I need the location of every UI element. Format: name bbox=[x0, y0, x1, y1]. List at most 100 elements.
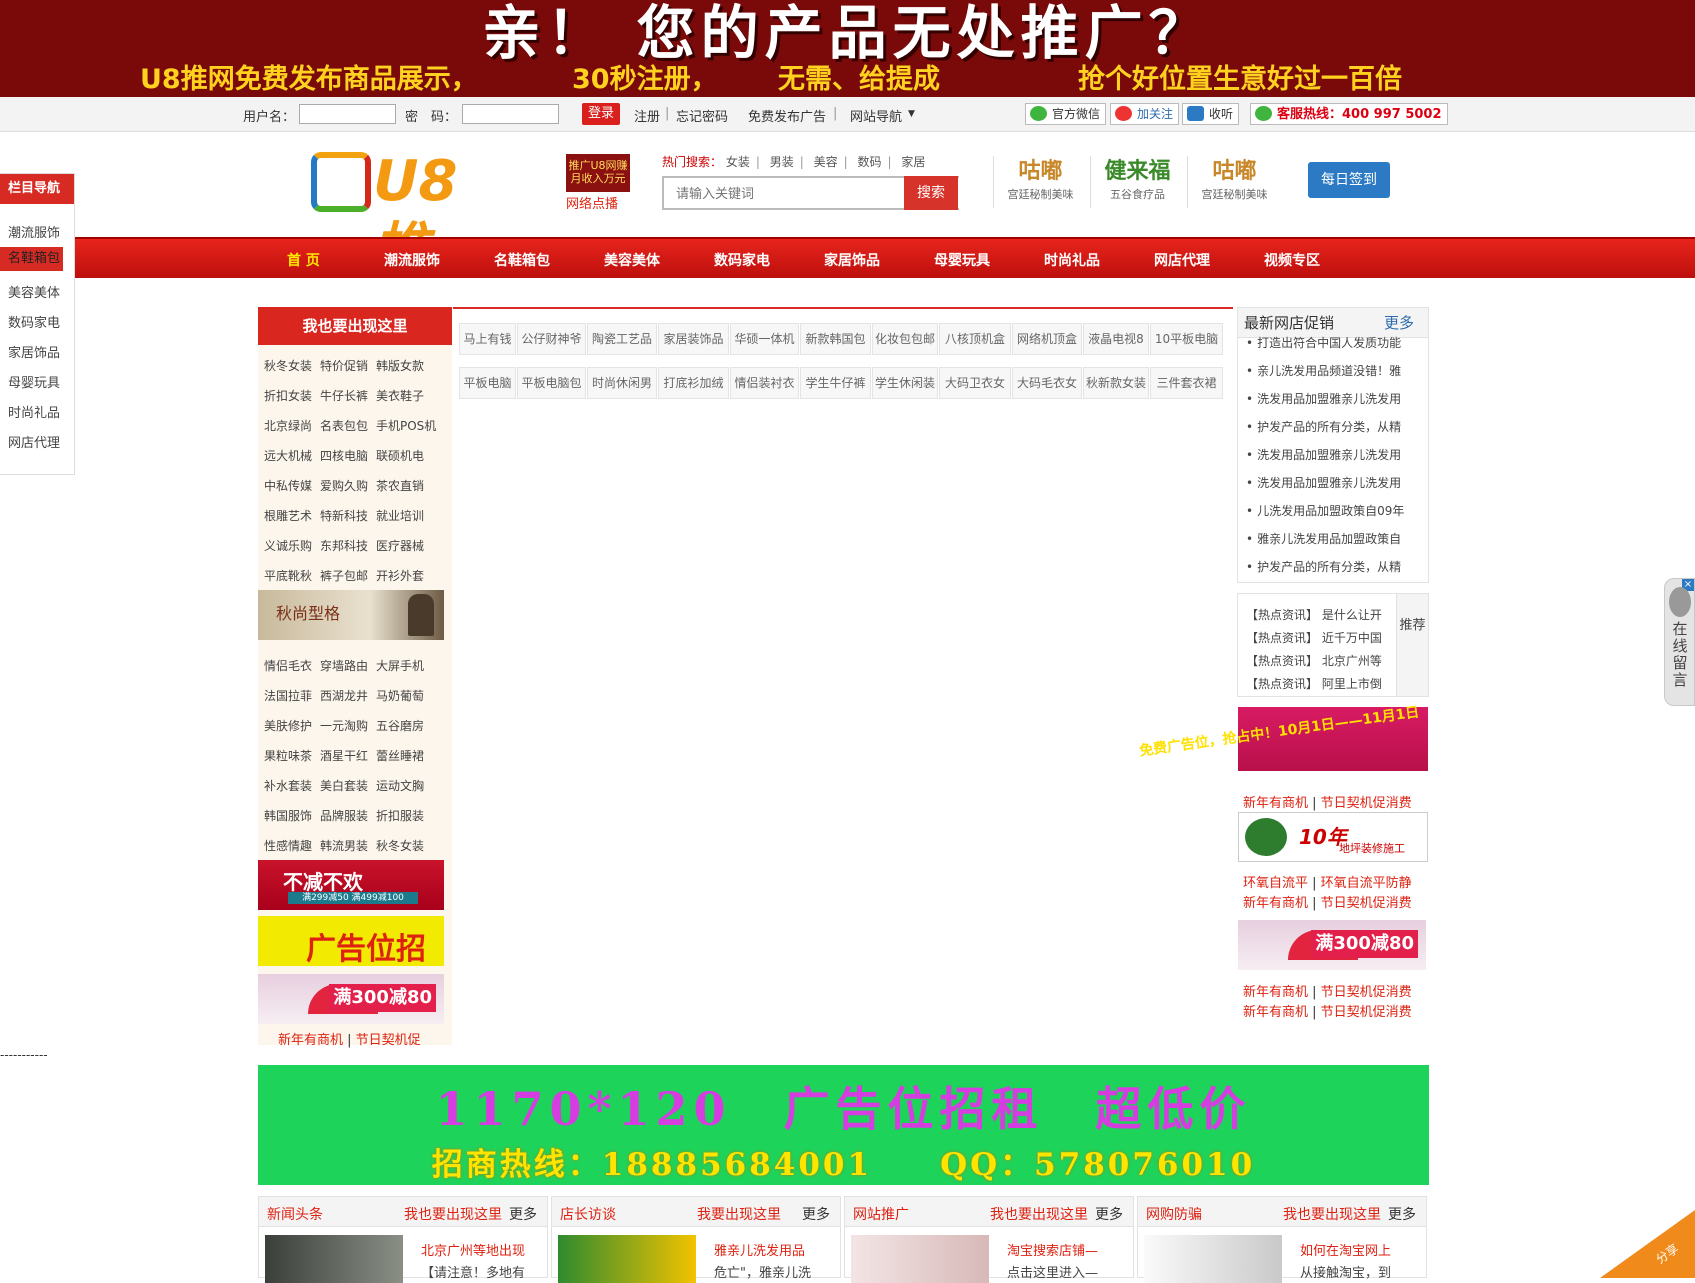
keyword-link[interactable]: 美白套装 bbox=[320, 777, 368, 794]
hot-search-item[interactable]: 家居 bbox=[901, 155, 925, 169]
keyword-link[interactable]: 酒星干红 bbox=[320, 747, 368, 764]
keyword-link[interactable]: 果粒味茶 bbox=[264, 747, 312, 764]
keyword-link[interactable]: 穿墙路由 bbox=[320, 657, 368, 674]
keyword-link[interactable]: 蕾丝睡裙 bbox=[376, 747, 424, 764]
nav-item[interactable]: 名鞋箱包 bbox=[494, 250, 550, 270]
tag-link[interactable]: 大码卫衣女 bbox=[939, 367, 1011, 399]
nav-item[interactable]: 美容美体 bbox=[604, 250, 660, 270]
forgot-password-link[interactable]: 忘记密码 bbox=[676, 106, 728, 125]
keyword-link[interactable]: 特新科技 bbox=[320, 507, 368, 524]
online-message-tab[interactable]: × 在线留言 bbox=[1664, 578, 1695, 706]
promo-link-row[interactable]: 新年有商机 | 节日契机促消费 bbox=[1243, 981, 1412, 1000]
news-box-advertise[interactable]: 我也要出现这里 bbox=[404, 1204, 502, 1224]
tag-link[interactable]: 公仔财神爷 bbox=[517, 323, 586, 355]
hot-news-item[interactable]: 【热点资讯】 北京广州等 bbox=[1246, 652, 1382, 669]
hot-news-item[interactable]: 【热点资讯】 阿里上市倒 bbox=[1246, 675, 1382, 692]
keyword-link[interactable]: 五谷磨房 bbox=[376, 717, 424, 734]
ad-umbrella-sale[interactable]: 满300减80 bbox=[1238, 920, 1426, 970]
news-box-title[interactable]: 网站推广 bbox=[853, 1204, 909, 1224]
news-box-advertise[interactable]: 我也要出现这里 bbox=[1283, 1204, 1381, 1224]
news-thumbnail[interactable] bbox=[558, 1235, 696, 1283]
nav-item[interactable]: 潮流服饰 bbox=[384, 250, 440, 270]
register-link[interactable]: 注册 bbox=[634, 106, 660, 125]
keyword-link[interactable]: 义诚乐购 bbox=[264, 537, 312, 554]
daily-signin-button[interactable]: 每日签到 bbox=[1308, 162, 1390, 198]
column-nav-item[interactable]: 网店代理 bbox=[8, 432, 60, 451]
hot-news-item[interactable]: 【热点资讯】 是什么让开 bbox=[1246, 606, 1382, 623]
news-item[interactable]: • 护发产品的所有分类，从精 bbox=[1246, 558, 1401, 575]
news-headline[interactable]: 淘宝搜索店铺— bbox=[1007, 1240, 1098, 1259]
tag-link[interactable]: 学生休闲装 bbox=[872, 367, 938, 399]
news-item[interactable]: • 洗发用品加盟雅亲儿洗发用 bbox=[1246, 446, 1401, 463]
news-box-advertise[interactable]: 我要出现这里 bbox=[697, 1204, 781, 1224]
nav-item[interactable]: 网店代理 bbox=[1154, 250, 1210, 270]
keyword-link[interactable]: 补水套装 bbox=[264, 777, 312, 794]
hot-search-item[interactable]: 男装 bbox=[770, 155, 794, 169]
nav-item[interactable]: 时尚礼品 bbox=[1044, 250, 1100, 270]
more-link[interactable]: 更多 bbox=[1095, 1204, 1123, 1224]
tag-link[interactable]: 液晶电视8 bbox=[1083, 323, 1149, 355]
tag-link[interactable]: 大码毛衣女 bbox=[1012, 367, 1082, 399]
promo-badge[interactable]: 推广U8网赚 月收入万元 bbox=[566, 154, 630, 192]
keyword-link[interactable]: 中私传媒 bbox=[264, 477, 312, 494]
keyword-link[interactable]: 折扣服装 bbox=[376, 807, 424, 824]
more-link[interactable]: 更多 bbox=[1388, 1204, 1416, 1224]
search-button[interactable]: 搜索 bbox=[904, 176, 958, 210]
news-item[interactable]: • 雅亲儿洗发用品加盟政策自 bbox=[1246, 530, 1401, 547]
keyword-link[interactable]: 马奶葡萄 bbox=[376, 687, 424, 704]
username-input[interactable] bbox=[299, 104, 396, 124]
keyword-link[interactable]: 韩流男装 bbox=[320, 837, 368, 854]
top-ad-banner[interactable]: 亲！ 您的产品无处推广？ U8推网免费发布商品展示， 30秒注册， 无需、给提成… bbox=[0, 0, 1695, 97]
keyword-link[interactable]: 根雕艺术 bbox=[264, 507, 312, 524]
news-item[interactable]: • 打造出符合中国人发质功能 bbox=[1246, 334, 1401, 351]
tag-link[interactable]: 学生牛仔裤 bbox=[800, 367, 871, 399]
keyword-link[interactable]: 性感情趣 bbox=[264, 837, 312, 854]
wechat-button[interactable]: 官方微信 bbox=[1025, 103, 1107, 125]
nav-item[interactable]: 数码家电 bbox=[714, 250, 770, 270]
tag-link[interactable]: 新款韩国包 bbox=[800, 323, 871, 355]
hot-search-item[interactable]: 女装 bbox=[726, 155, 750, 169]
keyword-link[interactable]: 平底靴秋 bbox=[264, 567, 312, 584]
keyword-link[interactable]: 大屏手机 bbox=[376, 657, 424, 674]
column-nav-item[interactable]: 潮流服饰 bbox=[8, 222, 60, 241]
login-button[interactable]: 登录 bbox=[582, 103, 620, 125]
more-link[interactable]: 更多 bbox=[509, 1204, 537, 1224]
keyword-link[interactable]: 四核电脑 bbox=[320, 447, 368, 464]
keyword-link[interactable]: 韩国服饰 bbox=[264, 807, 312, 824]
keyword-link[interactable]: 裤子包邮 bbox=[320, 567, 368, 584]
tag-link[interactable]: 化妆包包邮 bbox=[872, 323, 938, 355]
promo-link-row[interactable]: 新年有商机 | 节日契机促 bbox=[278, 1029, 421, 1048]
news-item[interactable]: • 洗发用品加盟雅亲儿洗发用 bbox=[1246, 474, 1401, 491]
keyword-link[interactable]: 秋冬女装 bbox=[376, 837, 424, 854]
keyword-link[interactable]: 美肤修护 bbox=[264, 717, 312, 734]
site-logo[interactable]: U8推 bbox=[311, 148, 497, 282]
ad-slot-for-rent[interactable]: 广告位招租 bbox=[258, 916, 444, 1011]
keyword-link[interactable]: 情侣毛衣 bbox=[264, 657, 312, 674]
keyword-link[interactable]: 医疗器械 bbox=[376, 537, 424, 554]
keyword-link[interactable]: 法国拉菲 bbox=[264, 687, 312, 704]
keyword-link[interactable]: 牛仔长裤 bbox=[320, 387, 368, 404]
news-headline[interactable]: 雅亲儿洗发用品 bbox=[714, 1240, 805, 1259]
tag-link[interactable]: 家居装饰品 bbox=[658, 323, 729, 355]
tag-link[interactable]: 华硕一体机 bbox=[730, 323, 799, 355]
password-input[interactable] bbox=[462, 104, 559, 124]
keyword-link[interactable]: 就业培训 bbox=[376, 507, 424, 524]
hot-search-item[interactable]: 美容 bbox=[814, 155, 838, 169]
promo-link-row[interactable]: 新年有商机 | 节日契机促消费 bbox=[1243, 892, 1412, 911]
keyword-link[interactable]: 手机POS机 bbox=[376, 417, 436, 434]
ad-free-slot[interactable]: 免费广告位，抢占中！10月1日——11月1日 bbox=[1138, 704, 1428, 771]
share-corner[interactable]: 分享 bbox=[1600, 1210, 1695, 1278]
column-nav-item[interactable]: 母婴玩具 bbox=[8, 372, 60, 391]
keyword-link[interactable]: 东邦科技 bbox=[320, 537, 368, 554]
hot-news-item[interactable]: 【热点资讯】 近千万中国 bbox=[1246, 629, 1382, 646]
column-nav-item[interactable]: 美容美体 bbox=[8, 282, 60, 301]
brand-ad[interactable]: 咕嘟 宫廷秘制美味 bbox=[1187, 156, 1281, 208]
tag-link[interactable]: 10平板电脑 bbox=[1150, 323, 1223, 355]
keyword-link[interactable]: 品牌服装 bbox=[320, 807, 368, 824]
free-ad-link[interactable]: 免费发布广告 bbox=[748, 106, 826, 125]
keyword-link[interactable]: 一元淘购 bbox=[320, 717, 368, 734]
promo-link-row[interactable]: 新年有商机 | 节日契机促消费 bbox=[1243, 792, 1412, 811]
keyword-link[interactable]: 远大机械 bbox=[264, 447, 312, 464]
column-nav-item[interactable]: 数码家电 bbox=[8, 312, 60, 331]
tag-link[interactable]: 情侣装衬衣 bbox=[730, 367, 799, 399]
